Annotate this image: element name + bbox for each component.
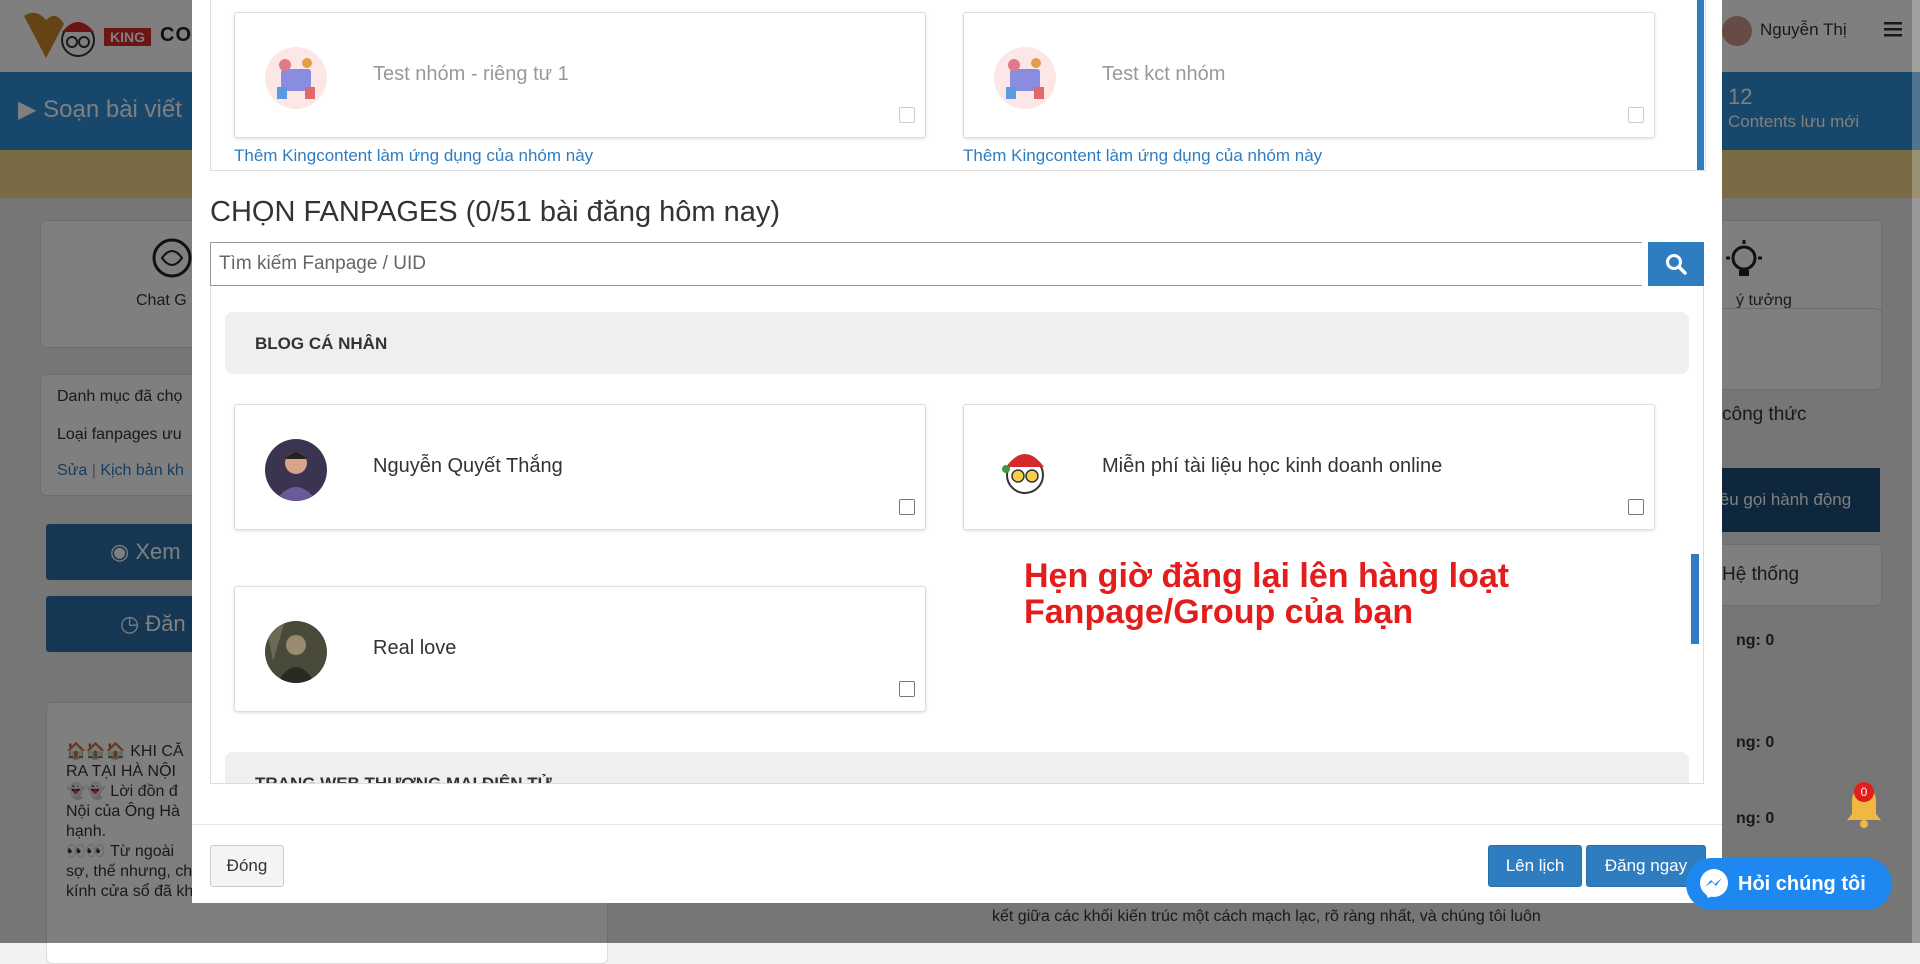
- fanpages-title: CHỌN FANPAGES (0/51 bài đăng hôm nay): [210, 196, 781, 228]
- page-avatar: [265, 621, 327, 683]
- fanpage-list: BLOG CÁ NHÂN Nguyễn Quyết Thắng Miễn phí…: [210, 286, 1704, 784]
- group-list: Test nhóm - riêng tư 1 Thêm Kingcontent …: [210, 0, 1706, 171]
- add-app-link[interactable]: Thêm Kingcontent làm ứng dụng của nhóm n…: [963, 146, 1322, 166]
- group-avatar: [994, 47, 1056, 109]
- fanpage-card[interactable]: Miễn phí tài liệu học kinh doanh online: [963, 404, 1655, 530]
- messenger-chat-button[interactable]: Hỏi chúng tôi: [1686, 858, 1892, 910]
- category-header: TRANG WEB THƯƠNG MẠI ĐIỆN TỬ: [225, 752, 1689, 784]
- group-name: Test nhóm - riêng tư 1: [373, 63, 569, 85]
- schedule-button[interactable]: Lên lịch: [1488, 845, 1582, 887]
- fanpage-card[interactable]: Real love: [234, 586, 926, 712]
- group-card[interactable]: Test kct nhóm: [963, 12, 1655, 138]
- modal-footer-divider: [192, 824, 1722, 825]
- chat-label: Hỏi chúng tôi: [1738, 872, 1866, 895]
- page-avatar: [265, 439, 327, 501]
- fanpage-search-input[interactable]: [210, 242, 1642, 286]
- close-button[interactable]: Đóng: [210, 845, 284, 887]
- category-label: TRANG WEB THƯƠNG MẠI ĐIỆN TỬ: [255, 774, 552, 784]
- group-avatar: [265, 47, 327, 109]
- group-name: Test kct nhóm: [1102, 63, 1226, 85]
- search-button[interactable]: [1648, 242, 1704, 286]
- page-avatar: [994, 439, 1056, 501]
- group-card[interactable]: Test nhóm - riêng tư 1: [234, 12, 926, 138]
- search-icon: [1666, 254, 1687, 275]
- group-checkbox[interactable]: [1628, 107, 1644, 123]
- page-scrollbar[interactable]: [1912, 0, 1920, 943]
- messenger-icon: [1700, 869, 1728, 898]
- fanpage-select-modal: Test nhóm - riêng tư 1 Thêm Kingcontent …: [192, 0, 1722, 903]
- add-app-link[interactable]: Thêm Kingcontent làm ứng dụng của nhóm n…: [234, 146, 593, 166]
- page-checkbox[interactable]: [1628, 499, 1644, 515]
- page-checkbox[interactable]: [899, 499, 915, 515]
- group-list-scrollbar[interactable]: [1697, 0, 1704, 170]
- group-checkbox[interactable]: [899, 107, 915, 123]
- fanpage-card[interactable]: Nguyễn Quyết Thắng: [234, 404, 926, 530]
- category-label: BLOG CÁ NHÂN: [255, 334, 388, 353]
- fanpage-list-scrollbar[interactable]: [1691, 554, 1699, 644]
- page-name: Real love: [373, 637, 457, 659]
- page-name: Miễn phí tài liệu học kinh doanh online: [1102, 455, 1443, 477]
- promo-text: Hẹn giờ đăng lại lên hàng loạt Fanpage/G…: [1024, 557, 1510, 631]
- notification-badge: 0: [1854, 782, 1874, 802]
- category-header: BLOG CÁ NHÂN: [225, 312, 1689, 374]
- page-name: Nguyễn Quyết Thắng: [373, 455, 563, 477]
- page-checkbox[interactable]: [899, 681, 915, 697]
